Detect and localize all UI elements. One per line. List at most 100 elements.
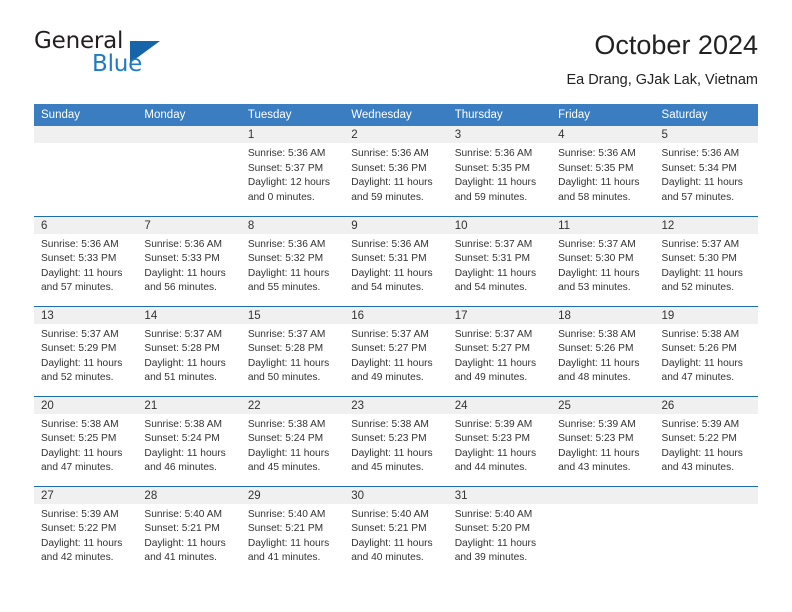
calendar-day-cell[interactable]: 21 Sunrise: 5:38 AM Sunset: 5:24 PM Dayligh… xyxy=(137,395,241,486)
calendar-day-cell[interactable]: 1 Sunrise: 5:36 AM Sunset: 5:37 PM Daylight… xyxy=(240,126,345,216)
day-detail-line: Daylight: 11 hours xyxy=(351,267,433,279)
day-detail-line: Sunrise: 5:36 AM xyxy=(247,148,326,159)
day-number: 20 xyxy=(34,396,138,414)
weekday-header-thursday: Thursday xyxy=(447,104,552,126)
calendar-day-cell[interactable]: 14 Sunrise: 5:37 AM Sunset: 5:28 PM Dayligh… xyxy=(137,305,241,396)
day-details: Sunrise: 5:36 AM Sunset: 5:35 PM Daylight:… xyxy=(448,143,551,205)
calendar-header-row: Sunday Monday Tuesday Wednesday Thursday Frid… xyxy=(34,104,758,126)
day-detail-line: Sunset: 5:25 PM xyxy=(41,433,117,445)
calendar-day-cell[interactable]: 31 Sunrise: 5:40 AM Sunset: 5:20 PM Dayligh… xyxy=(447,485,552,576)
calendar-day-cell[interactable]: 28 Sunrise: 5:40 AM Sunset: 5:21 PM Dayligh… xyxy=(137,485,241,576)
day-detail-line: Sunset: 5:23 PM xyxy=(454,433,531,445)
calendar-day-cell[interactable]: 10 Sunrise: 5:37 AM Sunset: 5:31 PM Dayligh… xyxy=(447,215,552,306)
calendar-day-cell[interactable]: 8 Sunrise: 5:36 AM Sunset: 5:32 PM Daylight… xyxy=(240,215,345,306)
calendar-day-cell[interactable]: 19 Sunrise: 5:38 AM Sunset: 5:26 PM Dayligh… xyxy=(654,305,758,396)
day-detail-line: Sunrise: 5:37 AM xyxy=(558,238,636,250)
calendar-day-cell[interactable]: 9 Sunrise: 5:36 AM Sunset: 5:31 PM Daylight… xyxy=(344,215,448,306)
day-details: Sunrise: 5:37 AM Sunset: 5:30 PM Daylight:… xyxy=(655,234,758,296)
calendar-day-cell[interactable]: 16 Sunrise: 5:37 AM Sunset: 5:27 PM Dayligh… xyxy=(344,305,448,396)
day-detail-line: Sunrise: 5:39 AM xyxy=(454,418,533,430)
calendar-day-cell[interactable]: 4 Sunrise: 5:36 AM Sunset: 5:35 PM Daylight… xyxy=(551,126,655,216)
day-detail-line: and 43 minutes. xyxy=(558,462,631,474)
calendar-day-cell[interactable]: 11 Sunrise: 5:37 AM Sunset: 5:30 PM Dayligh… xyxy=(551,215,655,306)
calendar-day-cell[interactable]: 6 Sunrise: 5:36 AM Sunset: 5:33 PM Daylight… xyxy=(34,215,138,306)
calendar-day-cell[interactable]: 13 Sunrise: 5:37 AM Sunset: 5:29 PM Dayligh… xyxy=(34,305,138,396)
day-number xyxy=(34,126,138,143)
calendar-day-cell[interactable]: 7 Sunrise: 5:36 AM Sunset: 5:33 PM Daylight… xyxy=(137,215,241,306)
day-detail-line: Sunrise: 5:36 AM xyxy=(144,238,223,250)
calendar-day-cell[interactable]: 17 Sunrise: 5:37 AM Sunset: 5:27 PM Dayligh… xyxy=(447,305,552,396)
day-details: Sunrise: 5:36 AM Sunset: 5:32 PM Daylight:… xyxy=(241,234,344,296)
brand-logo[interactable]: General Blue xyxy=(34,28,274,90)
day-detail-line: Sunset: 5:24 PM xyxy=(247,433,324,445)
day-detail-line: and 41 minutes. xyxy=(247,552,321,564)
day-number: 14 xyxy=(137,306,241,324)
day-details: Sunrise: 5:40 AM Sunset: 5:20 PM Daylight:… xyxy=(448,504,551,566)
day-detail-line: Daylight: 11 hours xyxy=(247,267,330,279)
day-number: 6 xyxy=(34,216,138,234)
day-details xyxy=(137,143,240,147)
calendar-week-row: 13 Sunrise: 5:37 AM Sunset: 5:29 PM Dayligh… xyxy=(34,305,758,396)
day-details: Sunrise: 5:37 AM Sunset: 5:31 PM Daylight:… xyxy=(448,234,551,296)
day-detail-line: Sunset: 5:31 PM xyxy=(454,253,531,265)
calendar-day-cell[interactable]: 26 Sunrise: 5:39 AM Sunset: 5:22 PM Dayligh… xyxy=(654,395,758,486)
day-number: 4 xyxy=(551,126,655,143)
calendar-day-cell[interactable]: 22 Sunrise: 5:38 AM Sunset: 5:24 PM Dayligh… xyxy=(240,395,345,486)
day-detail-line: Sunrise: 5:38 AM xyxy=(661,328,740,340)
day-number: 19 xyxy=(654,306,758,324)
day-detail-line: Sunrise: 5:37 AM xyxy=(351,328,429,340)
day-details: Sunrise: 5:39 AM Sunset: 5:22 PM Daylight:… xyxy=(34,504,137,566)
day-detail-line: Daylight: 11 hours xyxy=(351,357,433,369)
calendar-day-cell-empty xyxy=(34,126,138,216)
day-detail-line: Sunrise: 5:39 AM xyxy=(661,418,740,430)
day-details: Sunrise: 5:39 AM Sunset: 5:22 PM Daylight:… xyxy=(655,414,758,476)
day-detail-line: and 53 minutes. xyxy=(558,282,631,294)
calendar-body: 1 Sunrise: 5:36 AM Sunset: 5:37 PM Daylight… xyxy=(34,126,758,576)
calendar-day-cell[interactable]: 12 Sunrise: 5:37 AM Sunset: 5:30 PM Dayligh… xyxy=(654,215,758,306)
calendar-day-cell[interactable]: 30 Sunrise: 5:40 AM Sunset: 5:21 PM Dayligh… xyxy=(344,485,448,576)
weekday-header-row: Sunday Monday Tuesday Wednesday Thursday Frid… xyxy=(34,104,758,126)
calendar-day-cell[interactable]: 27 Sunrise: 5:39 AM Sunset: 5:22 PM Dayligh… xyxy=(34,485,138,576)
calendar-day-cell[interactable]: 2 Sunrise: 5:36 AM Sunset: 5:36 PM Daylight… xyxy=(344,126,448,216)
day-details: Sunrise: 5:37 AM Sunset: 5:28 PM Daylight:… xyxy=(241,324,344,386)
day-detail-line: Sunrise: 5:36 AM xyxy=(558,148,636,159)
calendar-day-cell[interactable]: 29 Sunrise: 5:40 AM Sunset: 5:21 PM Dayligh… xyxy=(240,485,345,576)
calendar-day-cell[interactable]: 20 Sunrise: 5:38 AM Sunset: 5:25 PM Dayligh… xyxy=(34,395,138,486)
day-number: 11 xyxy=(551,216,655,234)
calendar-day-cell[interactable]: 18 Sunrise: 5:38 AM Sunset: 5:26 PM Dayligh… xyxy=(551,305,655,396)
day-detail-line: Daylight: 11 hours xyxy=(661,267,743,279)
day-detail-line: Sunset: 5:33 PM xyxy=(41,253,117,265)
day-detail-line: Sunrise: 5:40 AM xyxy=(454,508,533,520)
calendar-day-cell[interactable]: 23 Sunrise: 5:38 AM Sunset: 5:23 PM Dayligh… xyxy=(344,395,448,486)
day-detail-line: Sunset: 5:22 PM xyxy=(661,433,737,445)
day-detail-line: Daylight: 11 hours xyxy=(144,447,226,459)
day-number: 31 xyxy=(447,486,552,504)
calendar-week-row: 20 Sunrise: 5:38 AM Sunset: 5:25 PM Dayligh… xyxy=(34,395,758,486)
day-detail-line: Sunrise: 5:38 AM xyxy=(41,418,119,430)
day-detail-line: Sunrise: 5:37 AM xyxy=(454,238,533,250)
day-detail-line: Sunset: 5:24 PM xyxy=(144,433,220,445)
day-detail-line: and 47 minutes. xyxy=(41,462,114,474)
calendar-day-cell[interactable]: 5 Sunrise: 5:36 AM Sunset: 5:34 PM Daylight… xyxy=(654,126,758,216)
day-detail-line: Daylight: 11 hours xyxy=(247,357,330,369)
day-detail-line: and 46 minutes. xyxy=(144,462,217,474)
calendar-day-cell[interactable]: 25 Sunrise: 5:39 AM Sunset: 5:23 PM Dayligh… xyxy=(551,395,655,486)
day-details xyxy=(551,504,654,508)
day-detail-line: Sunset: 5:23 PM xyxy=(351,433,427,445)
day-number: 27 xyxy=(34,486,138,504)
day-details: Sunrise: 5:38 AM Sunset: 5:26 PM Daylight:… xyxy=(655,324,758,386)
day-details: Sunrise: 5:38 AM Sunset: 5:24 PM Daylight:… xyxy=(241,414,344,476)
day-number: 21 xyxy=(137,396,241,414)
day-details: Sunrise: 5:40 AM Sunset: 5:21 PM Daylight:… xyxy=(241,504,344,566)
page-header: General Blue October 2024 Ea Drang, GJak… xyxy=(34,28,758,98)
day-detail-line: Daylight: 11 hours xyxy=(661,177,743,189)
day-detail-line: Sunset: 5:26 PM xyxy=(558,343,634,355)
calendar-day-cell[interactable]: 24 Sunrise: 5:39 AM Sunset: 5:23 PM Dayligh… xyxy=(447,395,552,486)
day-detail-line: and 50 minutes. xyxy=(247,372,321,384)
calendar-day-cell[interactable]: 3 Sunrise: 5:36 AM Sunset: 5:35 PM Daylight… xyxy=(447,126,552,216)
day-detail-line: Daylight: 11 hours xyxy=(661,447,743,459)
day-details: Sunrise: 5:38 AM Sunset: 5:25 PM Daylight:… xyxy=(34,414,137,476)
day-detail-line: Daylight: 11 hours xyxy=(661,357,743,369)
calendar-day-cell[interactable]: 15 Sunrise: 5:37 AM Sunset: 5:28 PM Dayligh… xyxy=(240,305,345,396)
day-detail-line: Sunset: 5:27 PM xyxy=(351,343,427,355)
